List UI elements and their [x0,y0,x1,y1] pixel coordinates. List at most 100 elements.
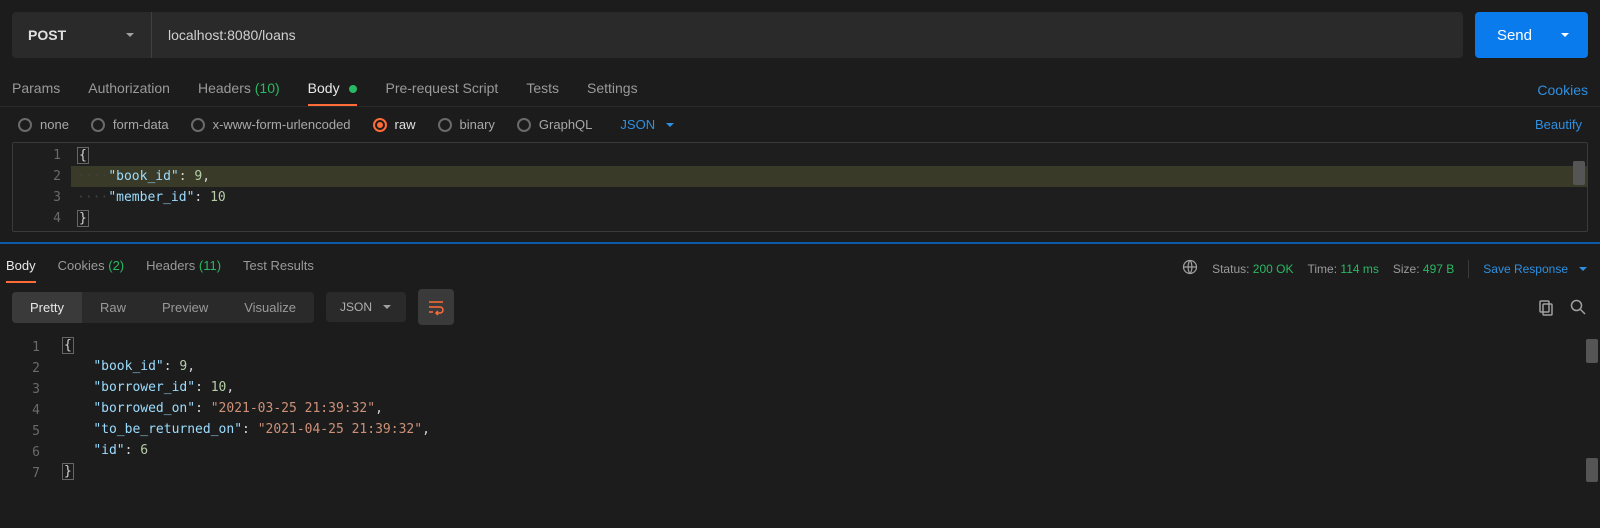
line-gutter: 1 2 3 4 [13,143,71,231]
radio-icon [91,118,105,132]
view-action-icons [1536,297,1588,317]
chevron-down-icon [665,120,675,130]
resp-id: 6 [140,443,148,458]
method-url-group: POST [12,12,1463,58]
code-content: { "book_id": 9, "borrower_id": 10, "borr… [56,335,1600,486]
line-number: 2 [21,166,61,187]
chevron-down-icon [125,30,135,40]
radio-graphql[interactable]: GraphQL [517,117,592,132]
save-response-button[interactable]: Save Response [1483,262,1588,276]
req-book-id: 9 [194,169,202,184]
line-number: 1 [21,145,61,166]
radio-label: none [40,117,69,132]
globe-icon[interactable] [1182,259,1198,278]
view-mode-row: Pretty Raw Preview Visualize JSON [0,283,1600,331]
size-label: Size: [1393,262,1420,276]
resp-borrower-id: 10 [211,380,227,395]
radio-x-www-form-urlencoded[interactable]: x-www-form-urlencoded [191,117,351,132]
req-member-id: 10 [210,190,226,205]
line-number: 1 [8,337,40,358]
status-group: Status: 200 OK [1212,262,1293,276]
search-icon[interactable] [1568,297,1588,317]
line-number: 7 [8,463,40,484]
resp-headers-label: Headers [146,258,195,273]
size-group: Size: 497 B [1393,262,1454,276]
status-value: 200 OK [1253,262,1294,276]
separator [1468,260,1469,278]
tab-headers-label: Headers [198,80,251,96]
resp-tab-headers[interactable]: Headers (11) [146,254,221,283]
send-label: Send [1497,27,1532,44]
resp-tab-test-results[interactable]: Test Results [243,254,314,283]
radio-form-data[interactable]: form-data [91,117,169,132]
radio-label: raw [395,117,416,132]
scrollbar-thumb[interactable] [1573,161,1585,185]
line-number: 4 [21,208,61,229]
scrollbar-thumb[interactable] [1586,339,1598,363]
method-label: POST [28,27,66,43]
method-select[interactable]: POST [12,12,152,58]
resp-headers-count: (11) [199,258,221,273]
radio-none[interactable]: none [18,117,69,132]
chevron-down-icon [382,302,392,312]
resp-tab-cookies[interactable]: Cookies (2) [58,254,124,283]
status-label: Status: [1212,262,1249,276]
view-pretty[interactable]: Pretty [12,292,82,323]
modified-dot-icon [349,85,357,93]
request-tabs: Params Authorization Headers (10) Body P… [0,74,1600,106]
request-body-editor[interactable]: 1 2 3 4 { ····"book_id": 9, ····"member_… [12,142,1588,232]
resp-return-on: 2021-04-25 21:39:32 [266,422,415,437]
tab-headers[interactable]: Headers (10) [198,74,280,106]
line-number: 6 [8,442,40,463]
body-format-select[interactable]: JSON [620,117,675,132]
url-input[interactable] [152,12,1463,58]
response-format-select[interactable]: JSON [326,292,406,322]
response-status-bar: Status: 200 OK Time: 114 ms Size: 497 B … [1182,259,1588,278]
radio-label: form-data [113,117,169,132]
response-format-label: JSON [340,300,372,314]
line-number: 3 [21,187,61,208]
send-button[interactable]: Send [1475,12,1588,58]
line-gutter: 1 2 3 4 5 6 7 [0,335,56,486]
tab-body-label: Body [308,80,340,96]
wrap-lines-button[interactable] [418,289,454,325]
radio-icon [438,118,452,132]
beautify-link[interactable]: Beautify [1535,117,1582,132]
tab-tests[interactable]: Tests [526,74,559,106]
scrollbar-thumb[interactable] [1586,458,1598,482]
view-visualize[interactable]: Visualize [226,292,314,323]
view-mode-segment: Pretty Raw Preview Visualize [12,292,314,323]
cookies-link[interactable]: Cookies [1537,82,1588,98]
time-value: 114 ms [1340,262,1378,276]
tab-prerequest[interactable]: Pre-request Script [385,74,498,106]
radio-binary[interactable]: binary [438,117,495,132]
radio-label: binary [460,117,495,132]
size-value: 497 B [1423,262,1454,276]
code-content: { ····"book_id": 9, ····"member_id": 10 … [71,143,1587,231]
save-response-label: Save Response [1483,262,1568,276]
line-number: 5 [8,421,40,442]
tab-params[interactable]: Params [12,74,60,106]
tab-settings[interactable]: Settings [587,74,638,106]
line-number: 2 [8,358,40,379]
resp-cookies-label: Cookies [58,258,105,273]
copy-icon[interactable] [1536,297,1556,317]
resp-cookies-count: (2) [108,258,124,273]
view-raw[interactable]: Raw [82,292,144,323]
chevron-down-icon [1560,30,1570,40]
body-type-row: none form-data x-www-form-urlencoded raw… [0,106,1600,142]
radio-label: GraphQL [539,117,592,132]
radio-raw[interactable]: raw [373,117,416,132]
resp-tab-body[interactable]: Body [6,254,36,283]
resp-borrowed-on: 2021-03-25 21:39:32 [219,401,368,416]
resp-book-id: 9 [179,359,187,374]
tab-authorization[interactable]: Authorization [88,74,170,106]
line-number: 3 [8,379,40,400]
line-number: 4 [8,400,40,421]
radio-label: x-www-form-urlencoded [213,117,351,132]
time-group: Time: 114 ms [1308,262,1379,276]
tab-body[interactable]: Body [308,74,358,106]
headers-count: (10) [255,80,280,96]
view-preview[interactable]: Preview [144,292,226,323]
response-body-viewer[interactable]: 1 2 3 4 5 6 7 { "book_id": 9, "borrower_… [0,331,1600,486]
